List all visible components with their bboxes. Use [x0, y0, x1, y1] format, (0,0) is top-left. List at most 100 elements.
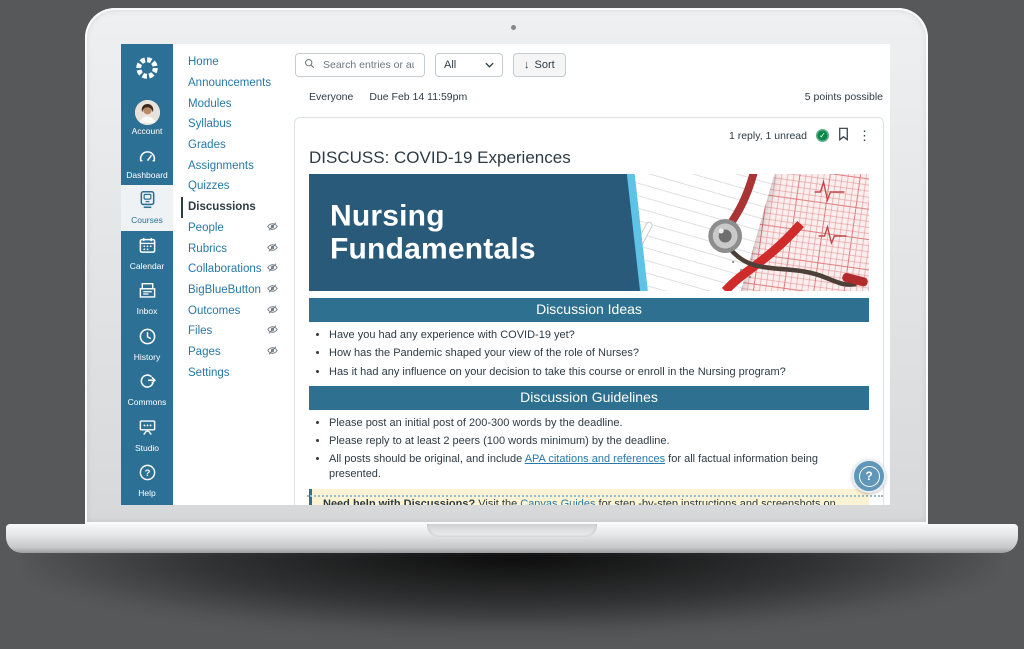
- course-nav-label: Modules: [188, 98, 231, 110]
- commons-share-icon: [138, 372, 157, 396]
- global-nav-help[interactable]: ? Help: [121, 458, 173, 504]
- course-nav-collaborations[interactable]: Collaborations: [188, 259, 291, 280]
- course-nav-label: Collaborations: [188, 263, 262, 275]
- banner-title-line2: Fundamentals: [330, 233, 536, 267]
- callout-bold-text: Need help with Discussions?: [323, 498, 475, 505]
- canvas-logo-icon: [134, 55, 160, 86]
- global-nav-studio[interactable]: Studio: [121, 413, 173, 459]
- global-nav-commons[interactable]: Commons: [121, 367, 173, 413]
- question-mark-icon: ?: [859, 466, 880, 487]
- course-nav-outcomes[interactable]: Outcomes: [188, 300, 291, 321]
- filter-select[interactable]: All: [435, 53, 503, 77]
- filter-value: All: [444, 59, 456, 71]
- global-nav-label: Dashboard: [126, 171, 168, 180]
- course-nav-pages[interactable]: Pages: [188, 342, 291, 363]
- course-nav-quizzes[interactable]: Quizzes: [188, 176, 291, 197]
- global-nav-label: Commons: [128, 398, 167, 407]
- eye-slash-icon: [267, 242, 278, 256]
- global-nav-courses[interactable]: Courses: [121, 185, 173, 231]
- course-banner: Nursing Fundamentals: [309, 174, 869, 291]
- search-input[interactable]: [321, 58, 416, 72]
- bullet-item: All posts should be original, and includ…: [329, 452, 869, 481]
- course-nav-label: Home: [188, 56, 219, 68]
- bullet-item: How has the Pandemic shaped your view of…: [329, 346, 869, 360]
- svg-text:?: ?: [144, 468, 150, 479]
- course-nav-label: Discussions: [188, 201, 256, 213]
- eye-slash-icon: [267, 283, 278, 297]
- guidelines-bullet-list: Please post an initial post of 200-300 w…: [309, 416, 869, 481]
- discussion-toolbar: All ↓ Sort: [291, 44, 890, 77]
- kebab-menu-icon[interactable]: ⋮: [858, 129, 871, 142]
- course-nav-label: Rubrics: [188, 243, 227, 255]
- global-nav-account[interactable]: Account: [121, 95, 173, 142]
- global-nav-history[interactable]: History: [121, 322, 173, 368]
- course-nav-announcements[interactable]: Announcements: [188, 73, 291, 94]
- eye-slash-icon: [267, 221, 278, 235]
- course-nav: Home Announcements Modules Syllabus Grad…: [173, 44, 291, 505]
- global-nav-label: Account: [132, 127, 163, 136]
- course-nav-rubrics[interactable]: Rubrics: [188, 238, 291, 259]
- bullet-item: Have you had any experience with COVID-1…: [329, 328, 869, 342]
- bullet-item: Please post an initial post of 200-300 w…: [329, 416, 869, 430]
- course-nav-syllabus[interactable]: Syllabus: [188, 114, 291, 135]
- dashboard-gauge-icon: [138, 147, 157, 169]
- bookmark-icon[interactable]: [838, 127, 849, 144]
- course-nav-label: Pages: [188, 346, 221, 358]
- courses-book-icon: [138, 190, 157, 214]
- global-nav-label: Studio: [135, 444, 159, 453]
- course-nav-modules[interactable]: Modules: [188, 93, 291, 114]
- global-nav-label: History: [134, 353, 160, 362]
- discussion-card: 1 reply, 1 unread ✓ ⋮ DISCUSS: COVID-19 …: [294, 117, 884, 505]
- bullet-text: All posts should be original, and includ…: [329, 453, 525, 465]
- global-nav-calendar[interactable]: Calendar: [121, 231, 173, 277]
- course-nav-grades[interactable]: Grades: [188, 135, 291, 156]
- course-nav-label: People: [188, 222, 224, 234]
- course-nav-label: BigBlueButton: [188, 284, 261, 296]
- reply-count-label: 1 reply, 1 unread: [729, 130, 807, 142]
- main-content: All ↓ Sort Everyone Due Feb 14 11:59pm: [291, 44, 890, 505]
- subscribe-toggle-icon[interactable]: ✓: [816, 129, 829, 142]
- sort-button[interactable]: ↓ Sort: [513, 53, 566, 77]
- course-nav-bigbluebutton[interactable]: BigBlueButton: [188, 280, 291, 301]
- course-nav-label: Announcements: [188, 77, 271, 89]
- sort-label: Sort: [535, 59, 555, 71]
- history-clock-icon: [138, 327, 157, 351]
- course-nav-label: Assignments: [188, 160, 254, 172]
- course-nav-discussions[interactable]: Discussions: [181, 197, 291, 218]
- course-nav-label: Outcomes: [188, 305, 240, 317]
- eye-slash-icon: [267, 324, 278, 338]
- course-nav-label: Syllabus: [188, 118, 231, 130]
- course-nav-assignments[interactable]: Assignments: [188, 155, 291, 176]
- page-background: Account Dashboard Courses: [0, 0, 1024, 649]
- global-nav: Account Dashboard Courses: [121, 44, 173, 505]
- eye-slash-icon: [267, 262, 278, 276]
- course-nav-home[interactable]: Home: [188, 52, 291, 73]
- webcam-dot: [511, 25, 516, 30]
- check-icon: ✓: [819, 131, 826, 140]
- section-heading-ideas: Discussion Ideas: [309, 298, 869, 322]
- callout-text: Need help with Discussions? Visit the Ca…: [323, 497, 858, 505]
- course-nav-files[interactable]: Files: [188, 321, 291, 342]
- global-nav-dashboard[interactable]: Dashboard: [121, 142, 173, 186]
- eye-slash-icon: [267, 345, 278, 359]
- help-fab-button[interactable]: ?: [852, 459, 886, 493]
- page-title: DISCUSS: COVID-19 Experiences: [295, 144, 883, 174]
- course-nav-settings[interactable]: Settings: [188, 362, 291, 383]
- section-heading-guidelines: Discussion Guidelines: [309, 386, 869, 410]
- callout-text-pre: Visit the: [475, 498, 520, 505]
- help-callout: Need help with Discussions? Visit the Ca…: [309, 489, 869, 505]
- apa-citations-link[interactable]: APA citations and references: [525, 453, 665, 465]
- banner-title-line1: Nursing: [330, 199, 536, 233]
- global-nav-label: Courses: [131, 216, 163, 225]
- global-nav-label: Help: [138, 489, 155, 498]
- global-nav-inbox[interactable]: Inbox: [121, 276, 173, 322]
- canvas-logo[interactable]: [121, 44, 173, 95]
- course-nav-label: Settings: [188, 367, 230, 379]
- canvas-guides-link[interactable]: Canvas Guides: [520, 498, 595, 505]
- course-nav-people[interactable]: People: [188, 218, 291, 239]
- chevron-down-icon: [485, 59, 494, 71]
- banner-photo: [606, 174, 869, 291]
- course-nav-label: Grades: [188, 139, 226, 151]
- collapse-nav-button[interactable]: [121, 504, 173, 506]
- screen: Account Dashboard Courses: [121, 44, 890, 505]
